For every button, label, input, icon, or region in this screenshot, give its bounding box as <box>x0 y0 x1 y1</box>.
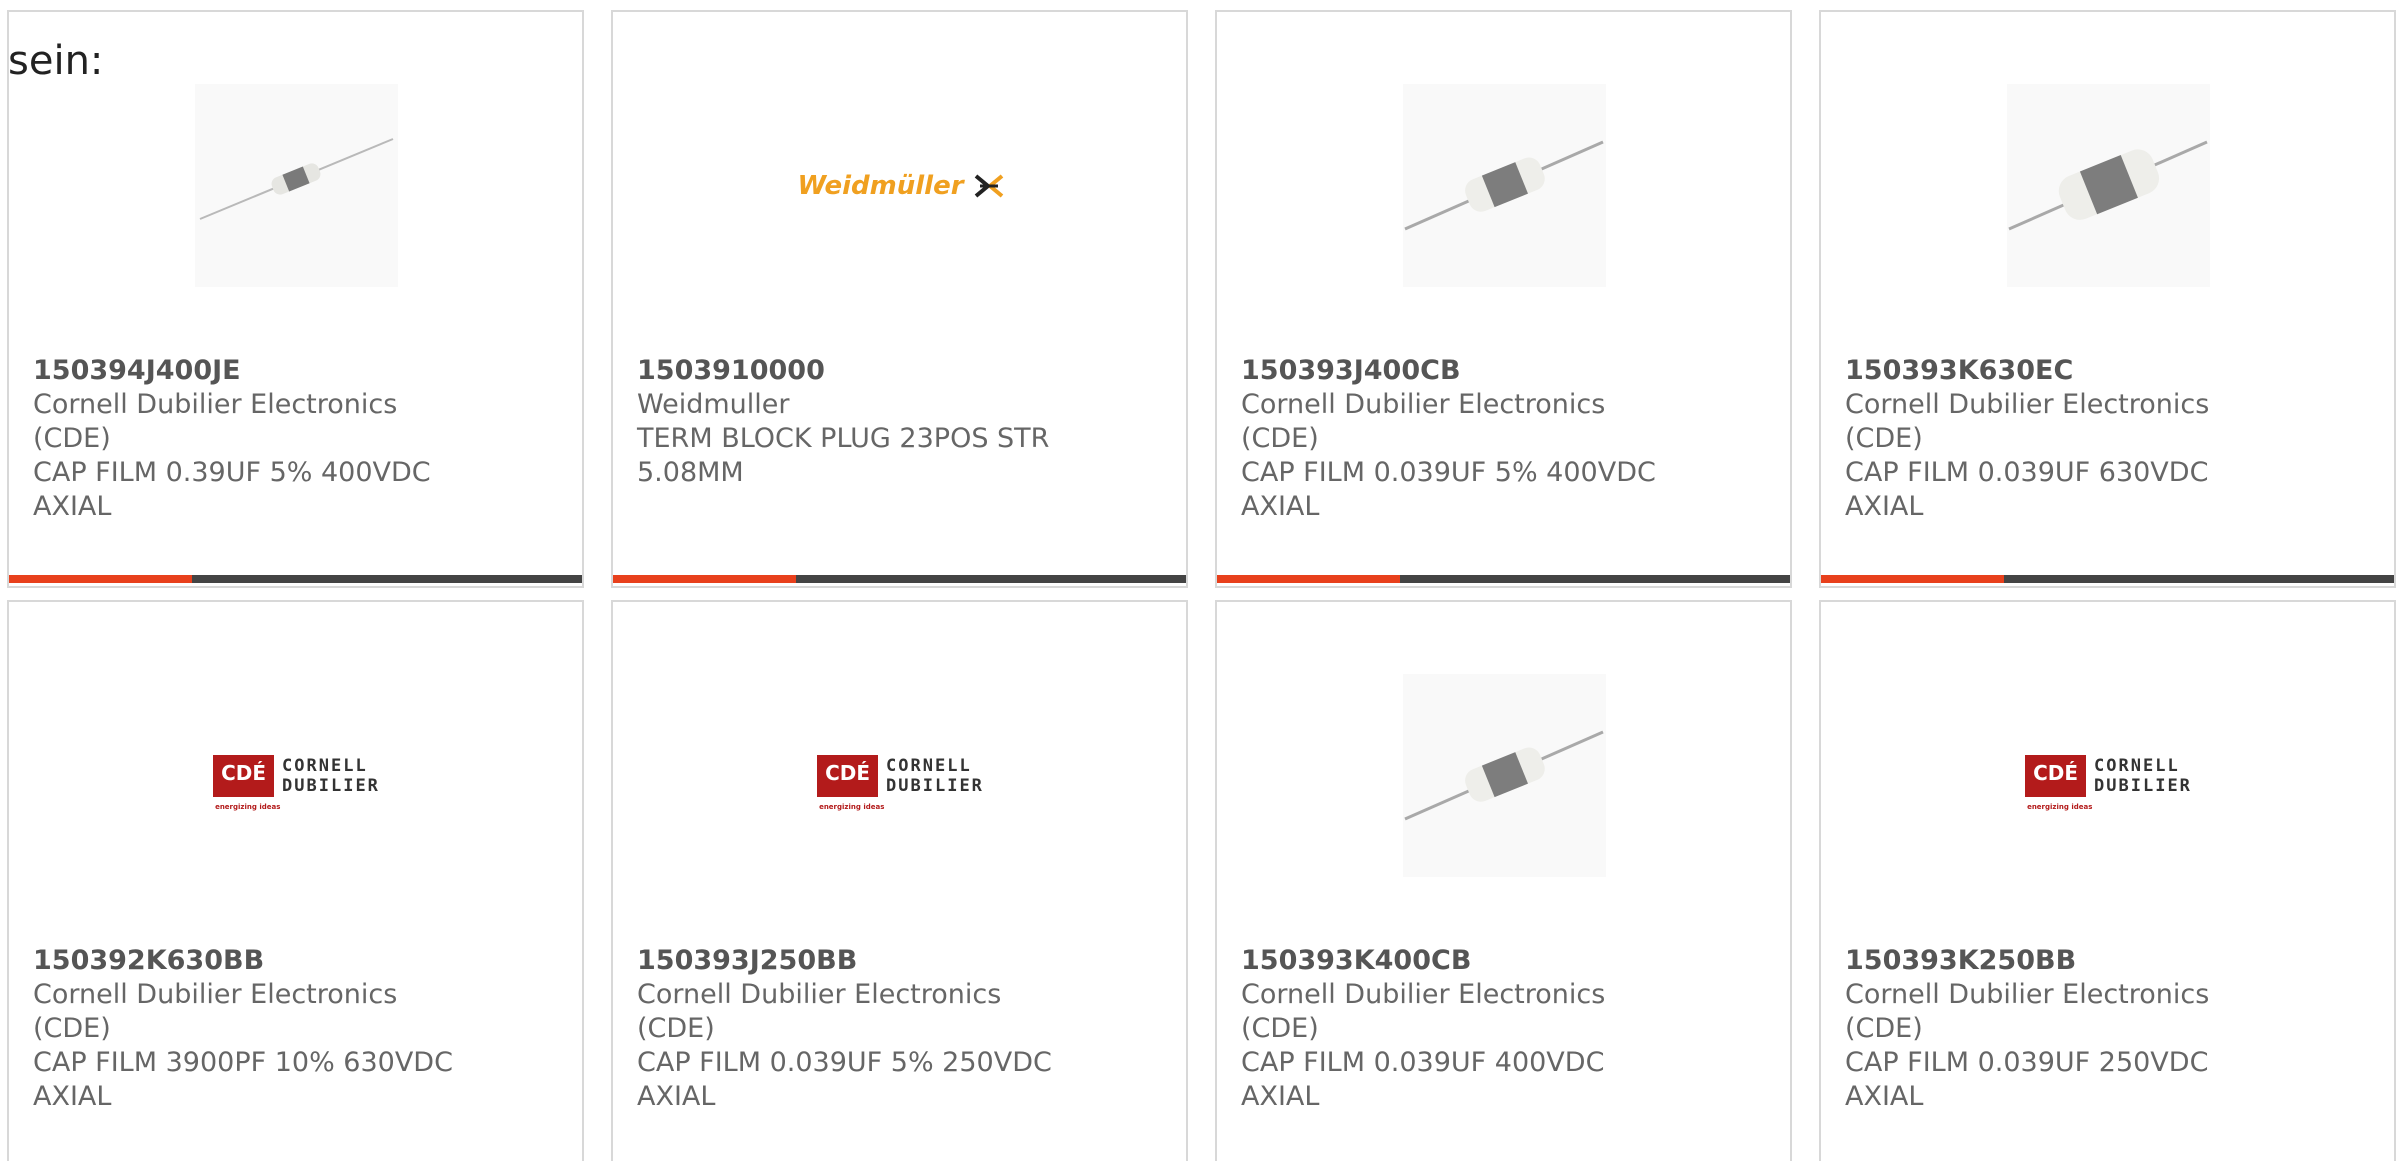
card-accent-bar <box>613 575 796 583</box>
manufacturer-name: Cornell Dubilier Electronics (CDE) <box>33 389 398 454</box>
card-accent-bar <box>9 575 192 583</box>
product-info: 150394J400JE Cornell Dubilier Electronic… <box>33 354 473 524</box>
manufacturer-name: Cornell Dubilier Electronics (CDE) <box>1241 389 1606 454</box>
product-description: CAP FILM 0.039UF 630VDC AXIAL <box>1845 457 2209 522</box>
product-description: CAP FILM 0.39UF 5% 400VDC <box>33 457 431 488</box>
product-description: CAP FILM 0.039UF 5% 250VDC <box>637 1047 1052 1078</box>
cde-logo[interactable]: CDÉ energizing ideas CORNELL DUBILIER <box>195 674 398 877</box>
product-description-cont: 5.08MM <box>637 457 744 488</box>
cde-logo[interactable]: CDÉ energizing ideas CORNELL DUBILIER <box>799 674 1002 877</box>
cde-logo-tagline: energizing ideas <box>215 802 281 811</box>
product-card[interactable]: 150394J400JE Cornell Dubilier Electronic… <box>7 10 584 588</box>
product-card[interactable]: CDÉ energizing ideas CORNELL DUBILIER 1503… <box>7 600 584 1161</box>
product-description: CAP FILM 0.039UF 250VDC AXIAL <box>1845 1047 2209 1112</box>
cde-logo-box-text: CDÉ <box>825 760 871 785</box>
product-description-cont: AXIAL <box>1241 491 1320 522</box>
product-card[interactable]: CDÉ energizing ideas CORNELL DUBILIER 1503… <box>611 600 1188 1161</box>
weidmuller-cross-icon <box>974 173 1003 198</box>
cde-logo-word2: DUBILIER <box>282 775 380 796</box>
card-bottom-bar <box>613 575 1186 583</box>
weidmuller-logo-text: Weidmüller <box>797 170 964 201</box>
product-info: 150392K630BB Cornell Dubilier Electronic… <box>33 944 473 1114</box>
product-card[interactable]: CDÉ energizing ideas CORNELL DUBILIER 1503… <box>1819 600 2396 1161</box>
product-description: CAP FILM 0.039UF 400VDC AXIAL <box>1241 1047 1605 1112</box>
product-description: CAP FILM 3900PF 10% 630VDC <box>33 1047 453 1078</box>
axial-capacitor-image[interactable] <box>1403 84 1606 287</box>
weidmuller-logo[interactable]: Weidmüller <box>797 84 1003 287</box>
manufacturer-name: Cornell Dubilier Electronics (CDE) <box>637 979 1002 1044</box>
product-info: 150393J250BB Cornell Dubilier Electronic… <box>637 944 1077 1114</box>
large-axial-capacitor-image[interactable] <box>2007 84 2210 287</box>
product-card[interactable]: Weidmüller 1503910000 Weidmuller TERM BL… <box>611 10 1188 588</box>
manufacturer-name: Weidmuller <box>637 389 790 420</box>
product-info: 150393J400CB Cornell Dubilier Electronic… <box>1241 354 1681 524</box>
product-card[interactable]: 150393K630EC Cornell Dubilier Electronic… <box>1819 10 2396 588</box>
small-axial-capacitor-image[interactable] <box>195 84 398 287</box>
cde-logo-word1: CORNELL <box>886 755 972 776</box>
product-grid-page: sein: 150394J400JE Cornell Dubilier Elec… <box>0 0 2400 1161</box>
cde-logo-word1: CORNELL <box>282 755 368 776</box>
cde-logo-box-text: CDÉ <box>221 760 267 785</box>
cde-logo-tagline: energizing ideas <box>819 802 885 811</box>
part-number-link[interactable]: 150393K630EC <box>1845 354 2285 388</box>
card-bottom-bar <box>1821 575 2394 583</box>
product-info: 150393K250BB Cornell Dubilier Electronic… <box>1845 944 2285 1114</box>
intro-text: sein: <box>8 38 104 84</box>
cde-logo[interactable]: CDÉ energizing ideas CORNELL DUBILIER <box>2007 674 2210 877</box>
product-card[interactable]: 150393J400CB Cornell Dubilier Electronic… <box>1215 10 1792 588</box>
part-number-link[interactable]: 1503910000 <box>637 354 1077 388</box>
manufacturer-name: Cornell Dubilier Electronics (CDE) <box>1241 979 1606 1044</box>
card-accent-bar <box>1217 575 1400 583</box>
cde-logo-tagline: energizing ideas <box>2027 802 2093 811</box>
product-description: CAP FILM 0.039UF 5% 400VDC <box>1241 457 1656 488</box>
product-description-cont: AXIAL <box>33 1081 112 1112</box>
part-number-link[interactable]: 150393K400CB <box>1241 944 1681 978</box>
product-card[interactable]: 150393K400CB Cornell Dubilier Electronic… <box>1215 600 1792 1161</box>
manufacturer-name: Cornell Dubilier Electronics (CDE) <box>1845 389 2210 454</box>
product-description-cont: AXIAL <box>637 1081 716 1112</box>
part-number-link[interactable]: 150393J250BB <box>637 944 1077 978</box>
cde-logo-box-text: CDÉ <box>2033 760 2079 785</box>
part-number-link[interactable]: 150392K630BB <box>33 944 473 978</box>
product-description-cont: AXIAL <box>33 491 112 522</box>
cde-logo-word2: DUBILIER <box>2094 775 2192 796</box>
part-number-link[interactable]: 150393J400CB <box>1241 354 1681 388</box>
part-number-link[interactable]: 150394J400JE <box>33 354 473 388</box>
product-info: 150393K400CB Cornell Dubilier Electronic… <box>1241 944 1681 1114</box>
product-info: 1503910000 Weidmuller TERM BLOCK PLUG 23… <box>637 354 1077 490</box>
cde-logo-word1: CORNELL <box>2094 755 2180 776</box>
axial-capacitor-image[interactable] <box>1403 674 1606 877</box>
cde-logo-word2: DUBILIER <box>886 775 984 796</box>
card-bottom-bar <box>1217 575 1790 583</box>
manufacturer-name: Cornell Dubilier Electronics (CDE) <box>33 979 398 1044</box>
card-bottom-bar <box>9 575 582 583</box>
manufacturer-name: Cornell Dubilier Electronics (CDE) <box>1845 979 2210 1044</box>
part-number-link[interactable]: 150393K250BB <box>1845 944 2285 978</box>
product-info: 150393K630EC Cornell Dubilier Electronic… <box>1845 354 2285 524</box>
product-description: TERM BLOCK PLUG 23POS STR <box>637 423 1050 454</box>
card-accent-bar <box>1821 575 2004 583</box>
